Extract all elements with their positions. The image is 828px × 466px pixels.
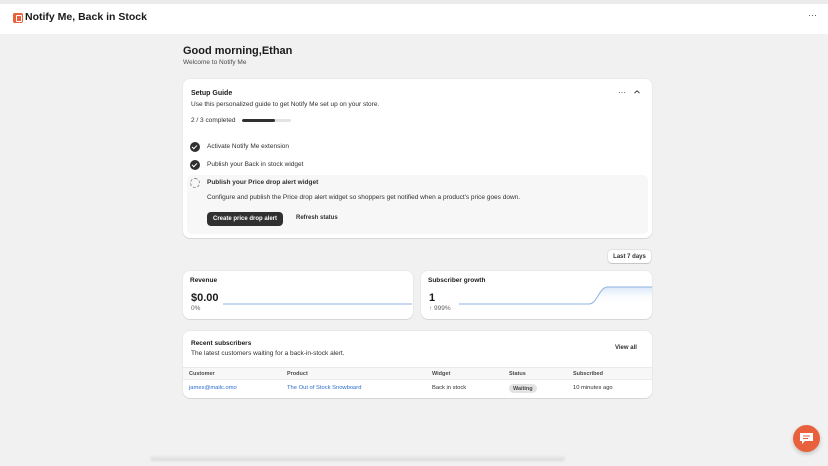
incomplete-circle-icon bbox=[190, 178, 200, 188]
task-label: Publish your Price drop alert widget bbox=[207, 179, 319, 186]
view-all-button[interactable]: View all bbox=[615, 345, 637, 351]
task-description: Configure and publish the Price drop ale… bbox=[207, 194, 521, 201]
bottom-shadow bbox=[150, 455, 565, 461]
chat-button[interactable] bbox=[793, 425, 820, 452]
setup-more-icon[interactable]: ⋯ bbox=[618, 88, 626, 97]
product-link[interactable]: The Out of Stock Snowboard bbox=[287, 385, 361, 391]
column-header-product: Product bbox=[287, 371, 308, 377]
check-circle-icon bbox=[190, 160, 200, 170]
status-badge: Waiting bbox=[509, 384, 537, 393]
column-header-customer: Customer bbox=[189, 371, 215, 377]
subscriber-growth-card: Subscriber growth 1 ↑ 999% bbox=[421, 271, 652, 319]
more-actions-icon[interactable]: ⋯ bbox=[808, 10, 817, 21]
customer-email-link[interactable]: james@mailc.omo bbox=[189, 385, 237, 391]
column-header-widget: Widget bbox=[432, 371, 451, 377]
setup-progress-fill bbox=[242, 119, 275, 122]
subscriber-growth-sparkline bbox=[459, 286, 652, 305]
recent-subscribers-subtitle: The latest customers waiting for a back-… bbox=[191, 350, 345, 357]
column-header-subscribed: Subscribed bbox=[573, 371, 603, 377]
recent-subscribers-card: Recent subscribers The latest customers … bbox=[183, 331, 652, 398]
setup-guide-subtitle: Use this personalized guide to get Notif… bbox=[191, 101, 380, 108]
page-greeting: Good morning,Ethan bbox=[183, 45, 293, 57]
setup-progress-text: 2 / 3 completed bbox=[191, 117, 236, 124]
revenue-card: Revenue $0.00 0% bbox=[183, 271, 413, 319]
setup-guide-card: Setup Guide ⋯ Use this personalized guid… bbox=[183, 79, 652, 238]
app-title-bar: Notify Me, Back in Stock ⋯ bbox=[0, 4, 828, 34]
setup-progress-bar bbox=[242, 119, 291, 122]
chevron-up-icon[interactable] bbox=[633, 88, 641, 96]
revenue-sparkline bbox=[223, 303, 412, 305]
widget-cell: Back in stock bbox=[432, 385, 467, 391]
task-label: Activate Notify Me extension bbox=[207, 143, 290, 150]
recent-subscribers-title: Recent subscribers bbox=[191, 340, 252, 347]
page-welcome: Welcome to Notify Me bbox=[183, 59, 247, 66]
table-header: Customer Product Widget Status Subscribe… bbox=[183, 367, 652, 380]
setup-guide-title: Setup Guide bbox=[191, 90, 233, 97]
refresh-status-button[interactable]: Refresh status bbox=[296, 215, 338, 221]
column-header-status: Status bbox=[509, 371, 526, 377]
chat-bubble-icon bbox=[800, 433, 813, 444]
create-price-drop-alert-button[interactable]: Create price drop alert bbox=[207, 212, 283, 226]
check-circle-icon bbox=[190, 142, 200, 152]
task-label: Publish your Back in stock widget bbox=[207, 161, 304, 168]
app-title: Notify Me, Back in Stock bbox=[25, 11, 147, 23]
subscribed-cell: 10 minutes ago bbox=[573, 385, 613, 391]
app-logo-icon bbox=[13, 13, 23, 23]
date-range-button[interactable]: Last 7 days bbox=[608, 250, 651, 263]
